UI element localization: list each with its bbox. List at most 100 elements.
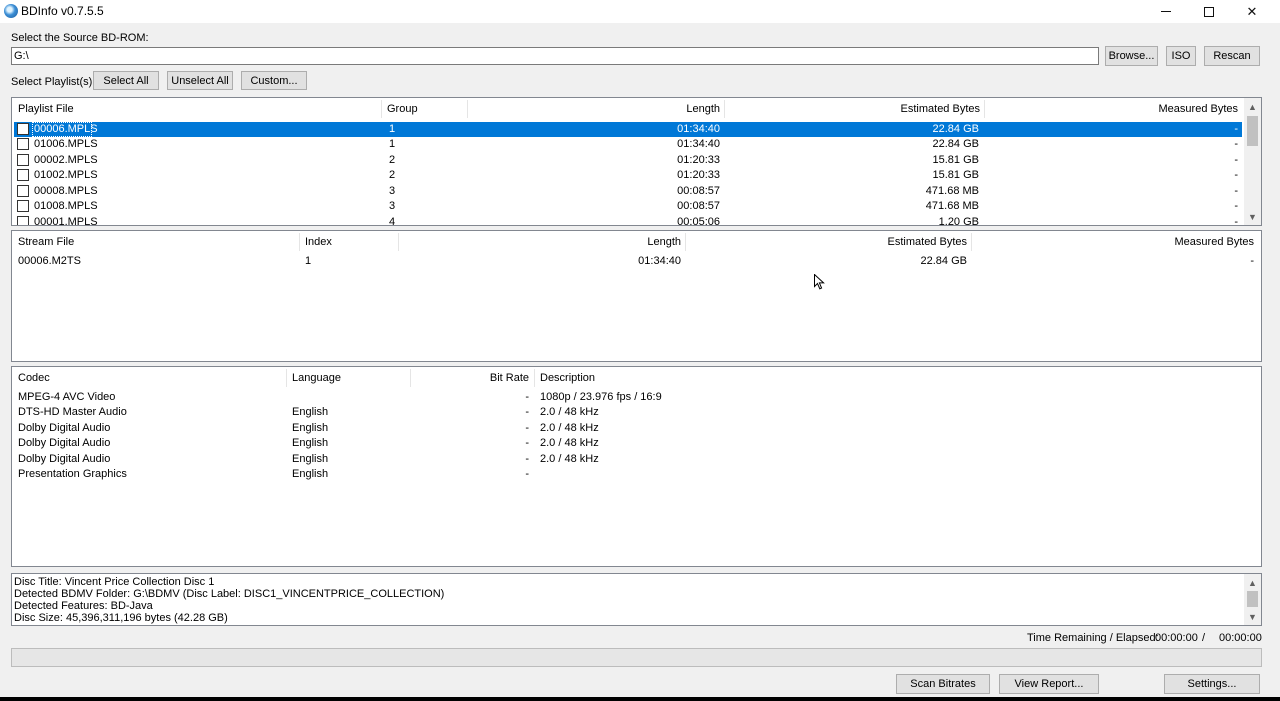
playlist-length: 01:34:40 [677,138,720,150]
column-header-estimated-bytes[interactable]: Estimated Bytes [688,231,967,253]
column-header-measured-bytes[interactable]: Measured Bytes [987,98,1238,120]
header-divider [685,233,686,251]
codec-description: 2.0 / 48 kHz [540,422,599,434]
codec-bit-rate: - [525,453,529,465]
scrollbar-thumb[interactable] [1247,116,1258,146]
playlist-length: 01:20:33 [677,169,720,181]
row-checkbox[interactable] [17,185,29,197]
playlist-estimated-bytes: 1.20 GB [938,216,979,226]
iso-button[interactable]: ISO [1166,46,1196,66]
column-header-length[interactable]: Length [472,98,720,120]
time-remaining-value: 00:00:00 [1155,632,1198,644]
playlist-measured-bytes: - [1234,216,1238,226]
unselect-all-button[interactable]: Unselect All [167,71,233,90]
maximize-button[interactable] [1187,0,1231,23]
log-scrollbar[interactable]: ▲ ▼ [1244,574,1261,625]
row-checkbox[interactable] [17,216,29,225]
row-checkbox[interactable] [17,169,29,181]
row-checkbox[interactable] [17,200,29,212]
column-header-bit-rate[interactable]: Bit Rate [414,367,529,389]
codec-bit-rate: - [525,468,529,480]
time-elapsed-value: 00:00:00 [1219,632,1262,644]
row-checkbox[interactable] [17,138,29,150]
scan-bitrates-button[interactable]: Scan Bitrates [896,674,990,694]
playlist-measured-bytes: - [1234,169,1238,181]
playlist-length: 00:08:57 [677,185,720,197]
playlist-length: 00:08:57 [677,200,720,212]
source-label: Select the Source BD-ROM: [11,32,149,44]
playlist-file: 01008.MPLS [34,200,98,212]
playlist-group: 1 [389,138,396,150]
scroll-down-icon[interactable]: ▼ [1244,208,1261,225]
scan-progress-bar [11,648,1262,667]
rescan-button[interactable]: Rescan [1204,46,1260,66]
row-checkbox[interactable] [17,154,29,166]
window-title: BDInfo v0.7.5.5 [21,4,104,18]
playlist-measured-bytes: - [1234,200,1238,212]
codec-language: English [292,468,329,480]
column-header-description[interactable]: Description [540,367,840,389]
column-header-playlist-file[interactable]: Playlist File [18,98,378,120]
codec-name: Dolby Digital Audio [18,422,111,434]
row-checkbox[interactable] [17,123,29,135]
column-header-language[interactable]: Language [292,367,407,389]
codec-language: English [292,422,329,434]
time-separator: / [1202,632,1206,644]
header-divider [286,369,287,387]
playlist-estimated-bytes: 22.84 GB [932,138,979,150]
column-header-group[interactable]: Group [387,98,467,120]
column-header-index[interactable]: Index [305,231,395,253]
minimize-button[interactable] [1144,0,1188,23]
window-bottom-edge [0,697,1280,701]
codec-bit-rate: - [525,422,529,434]
stream-estimated-bytes: 22.84 GB [920,255,967,267]
column-header-estimated-bytes[interactable]: Estimated Bytes [727,98,980,120]
playlist-estimated-bytes: 471.68 MB [925,200,979,212]
playlist-group: 2 [389,169,396,181]
playlist-group: 3 [389,200,396,212]
header-divider [467,100,468,118]
scroll-up-icon[interactable]: ▲ [1244,574,1261,591]
header-divider [971,233,972,251]
stream-file-list[interactable]: Stream File Index Length Estimated Bytes… [11,230,1262,362]
codec-bit-rate: - [525,437,529,449]
header-divider [724,100,725,118]
header-divider [398,233,399,251]
playlist-list[interactable]: Playlist File Group Length Estimated Byt… [11,97,1262,226]
playlist-measured-bytes: - [1234,185,1238,197]
playlist-measured-bytes: - [1234,154,1238,166]
source-path-input[interactable]: G:\ [11,47,1099,65]
app-disc-icon [4,4,18,18]
playlist-group: 2 [389,154,396,166]
select-all-button[interactable]: Select All [93,71,159,90]
playlist-group: 3 [389,185,396,197]
header-divider [984,100,985,118]
playlist-file: 00002.MPLS [34,154,98,166]
custom-button[interactable]: Custom... [241,71,307,90]
view-report-button[interactable]: View Report... [999,674,1099,694]
title-bar: BDInfo v0.7.5.5 ✕ [0,0,1280,23]
header-divider [299,233,300,251]
column-header-measured-bytes[interactable]: Measured Bytes [974,231,1254,253]
codec-name: Dolby Digital Audio [18,453,111,465]
playlist-estimated-bytes: 471.68 MB [925,185,979,197]
settings-button[interactable]: Settings... [1164,674,1260,694]
codec-description: 1080p / 23.976 fps / 16:9 [540,391,662,403]
scrollbar-thumb[interactable] [1247,591,1258,607]
mouse-cursor-icon [814,274,825,290]
codec-list[interactable]: Codec Language Bit Rate Description MPEG… [11,366,1262,567]
scroll-up-icon[interactable]: ▲ [1244,98,1261,115]
browse-button[interactable]: Browse... [1105,46,1158,66]
header-divider [534,369,535,387]
column-header-length[interactable]: Length [402,231,681,253]
playlist-measured-bytes: - [1234,123,1238,135]
column-header-codec[interactable]: Codec [18,367,286,389]
scroll-down-icon[interactable]: ▼ [1244,608,1261,625]
column-header-stream-file[interactable]: Stream File [18,231,298,253]
playlist-scrollbar[interactable]: ▲ ▼ [1244,98,1261,225]
codec-description: 2.0 / 48 kHz [540,437,599,449]
codec-bit-rate: - [525,406,529,418]
header-divider [381,100,382,118]
close-button[interactable]: ✕ [1230,0,1274,23]
disc-info-log[interactable]: Disc Title: Vincent Price Collection Dis… [11,573,1262,626]
